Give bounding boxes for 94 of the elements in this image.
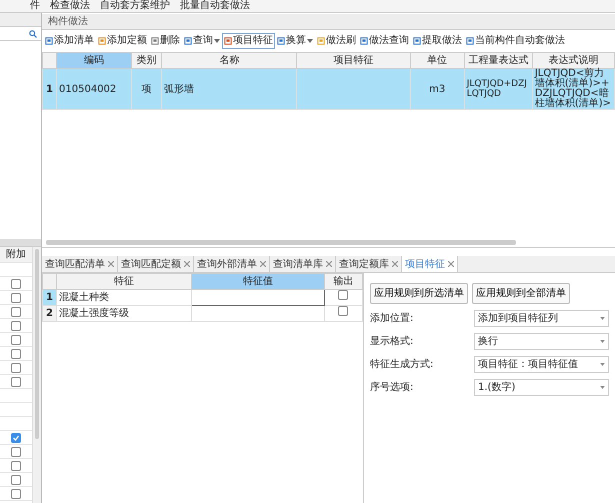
dropdown-field[interactable]: 添加到项目特征列: [474, 310, 609, 327]
caret-icon: [600, 317, 605, 320]
column-header[interactable]: 特征: [56, 274, 192, 290]
toolbar-icon: [151, 37, 159, 45]
toolbar-button[interactable]: 做法查询: [358, 33, 411, 49]
table-row[interactable]: 2 混凝土强度等级: [42, 306, 362, 322]
checkbox[interactable]: [338, 306, 348, 316]
column-header: 附加: [0, 247, 32, 263]
panel-title: 构件做法: [42, 14, 615, 30]
checkbox[interactable]: [11, 460, 21, 470]
checkbox[interactable]: [338, 290, 348, 300]
column-header[interactable]: 类别: [132, 52, 162, 68]
checkbox[interactable]: [11, 362, 21, 372]
checkbox[interactable]: [11, 474, 21, 484]
caret-icon: [600, 386, 605, 389]
dropdown-field[interactable]: 换行: [474, 333, 609, 350]
caret-icon: [307, 39, 313, 43]
checkbox[interactable]: [11, 376, 21, 386]
table-row[interactable]: 1 混凝土种类: [42, 290, 362, 306]
toolbar-button[interactable]: 添加定额: [96, 33, 149, 49]
table-cell: 弧形墙: [162, 68, 297, 110]
close-icon[interactable]: [448, 261, 454, 267]
column-header[interactable]: 工程量表达式: [464, 52, 532, 68]
toolbar-button[interactable]: 添加清单: [43, 33, 96, 49]
close-icon[interactable]: [260, 261, 266, 267]
field-label: 序号选项:: [370, 380, 414, 395]
checkbox[interactable]: [11, 348, 21, 358]
column-header[interactable]: 项目特征: [296, 52, 410, 68]
toolbar-icon: [98, 37, 106, 45]
toolbar-button[interactable]: 提取做法: [411, 33, 464, 49]
column-header[interactable]: 输出: [324, 274, 362, 290]
toolbar-icon: [466, 37, 474, 45]
table-cell: 010504002: [56, 68, 132, 110]
checkbox[interactable]: [11, 320, 21, 330]
table-cell: 混凝土强度等级: [56, 306, 192, 322]
toolbar-button[interactable]: 换算: [275, 33, 315, 49]
checkbox[interactable]: [11, 488, 21, 498]
caret-icon: [600, 363, 605, 366]
field-label: 特征生成方式:: [370, 358, 434, 372]
column-header[interactable]: 编码: [56, 52, 132, 68]
toolbar-icon: [360, 37, 368, 45]
dropdown-field[interactable]: 项目特征：项目特征值: [474, 356, 609, 373]
toolbar-button[interactable]: 项目特征: [222, 33, 275, 49]
toolbar-icon: [413, 37, 421, 45]
toolbar-icon: [317, 37, 325, 45]
close-icon[interactable]: [392, 261, 398, 267]
table-cell: 项: [132, 68, 162, 110]
tab[interactable]: 项目特征: [402, 256, 458, 272]
tab[interactable]: 查询匹配定额: [118, 256, 194, 272]
toolbar-button[interactable]: 当前构件自动套做法: [464, 33, 567, 49]
checkbox[interactable]: [11, 334, 21, 344]
toolbar-icon: [224, 37, 232, 45]
apply-button[interactable]: 应用规则到所选清单: [370, 283, 468, 304]
field-label: 添加位置:: [370, 312, 414, 326]
table-cell: JLQTJQD<剪力墙体积(清单)>+DZJLQTJQD<暗柱墙体积(清单)>: [532, 68, 614, 110]
tab[interactable]: 查询匹配清单: [42, 256, 118, 272]
toolbar-icon: [45, 37, 53, 45]
close-icon[interactable]: [326, 261, 332, 267]
column-header[interactable]: 特征值: [192, 274, 324, 290]
toolbar-icon: [184, 37, 192, 45]
toolbar-icon: [277, 37, 285, 45]
toolbar-button[interactable]: 件: [30, 0, 40, 12]
checkbox[interactable]: [11, 306, 21, 316]
apply-button[interactable]: 应用规则到全部清单: [472, 283, 570, 304]
toolbar-button[interactable]: 查询: [182, 33, 222, 49]
caret-icon: [600, 340, 605, 343]
row-number: 2: [42, 306, 57, 322]
toolbar-button[interactable]: 批量自动套做法: [180, 0, 250, 12]
checkbox[interactable]: [11, 446, 21, 456]
search-icon: [29, 30, 37, 38]
column-header[interactable]: 单位: [410, 52, 464, 68]
row-number: 1: [42, 290, 57, 306]
table-cell: JLQTJQD+DZJLQTJQD: [464, 68, 532, 110]
table-row[interactable]: 1 010504002 项 弧形墙 m3 JLQTJQD+DZJLQTJQD JLQTJQD<剪力墙体积(清单)>+DZJLQTJQD<暗柱墙体积(清单)>: [42, 68, 614, 110]
toolbar-button[interactable]: 检查做法: [50, 0, 90, 12]
toolbar-button[interactable]: 做法刷: [315, 33, 358, 49]
field-label: 显示格式:: [370, 334, 414, 349]
checkbox[interactable]: [11, 432, 21, 442]
dropdown-field[interactable]: 1.(数字): [474, 379, 609, 396]
scrollbar[interactable]: [33, 247, 41, 503]
checkbox[interactable]: [11, 278, 21, 288]
tab[interactable]: 查询清单库: [270, 256, 336, 272]
close-icon[interactable]: [108, 261, 114, 267]
tab[interactable]: 查询外部清单: [194, 256, 270, 272]
table-cell: 混凝土种类: [56, 290, 192, 306]
column-header[interactable]: 表达式说明: [532, 52, 614, 68]
checkbox[interactable]: [11, 292, 21, 302]
row-number: 1: [42, 68, 57, 110]
toolbar-button[interactable]: 删除: [149, 33, 182, 49]
close-icon[interactable]: [184, 261, 190, 267]
table-cell: m3: [410, 68, 464, 110]
tab[interactable]: 查询定额库: [336, 256, 402, 272]
column-header[interactable]: 名称: [162, 52, 297, 68]
caret-icon: [214, 39, 220, 43]
